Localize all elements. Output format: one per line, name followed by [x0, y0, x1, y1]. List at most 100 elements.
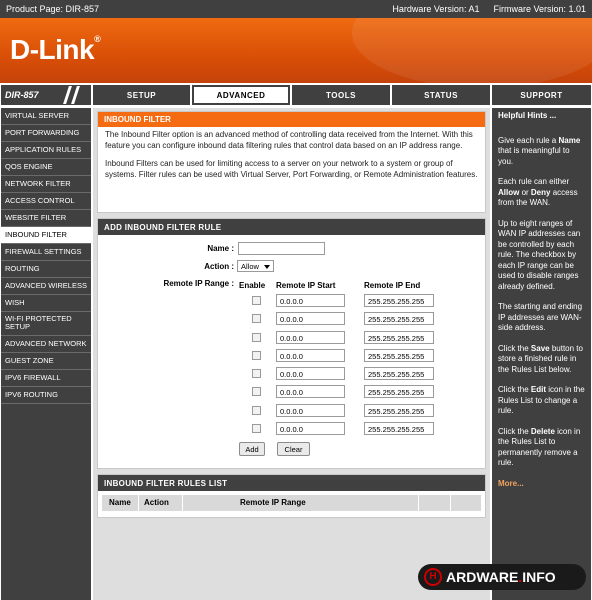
sidebar-item-firewall-settings[interactable]: FIREWALL SETTINGS: [1, 244, 91, 261]
column-divider: [418, 495, 419, 511]
sidebar-item-application-rules[interactable]: APPLICATION RULES: [1, 142, 91, 159]
action-select[interactable]: Allow: [237, 260, 274, 272]
ip-end-input[interactable]: 255.255.255.255: [364, 331, 434, 344]
hint-text: Up to eight ranges of WAN IP addresses c…: [498, 218, 581, 291]
sidebar-item-routing[interactable]: ROUTING: [1, 261, 91, 278]
intro-paragraph: Inbound Filters can be used for limiting…: [105, 159, 478, 179]
ip-start-input[interactable]: 0.0.0.0: [276, 331, 345, 344]
sidebar-item-access-control[interactable]: ACCESS CONTROL: [1, 193, 91, 210]
ip-end-column-header: Remote IP End: [364, 281, 421, 290]
tab-status[interactable]: STATUS: [392, 85, 490, 105]
ip-start-input[interactable]: 0.0.0.0: [276, 312, 345, 325]
sidebar-item-wish[interactable]: WISH: [1, 295, 91, 312]
range-enable-checkbox[interactable]: [252, 351, 261, 360]
ip-end-input[interactable]: 255.255.255.255: [364, 385, 434, 398]
add-button[interactable]: Add: [239, 442, 265, 456]
ip-end-input[interactable]: 255.255.255.255: [364, 422, 434, 435]
top-info-bar: Product Page: DIR-857 Hardware Version: …: [0, 0, 592, 18]
tab-advanced[interactable]: ADVANCED: [192, 85, 290, 105]
clear-button[interactable]: Clear: [277, 442, 310, 456]
slash-decoration: [63, 86, 72, 104]
intro-panel: INBOUND FILTER The Inbound Filter option…: [97, 111, 486, 213]
sidebar-item-virtual-server[interactable]: VIRTUAL SERVER: [1, 108, 91, 125]
ip-end-input[interactable]: 255.255.255.255: [364, 404, 434, 417]
range-enable-checkbox[interactable]: [252, 314, 261, 323]
ip-range-column-header: Remote IP Range: [240, 498, 306, 507]
dlink-logo: D-Link®: [10, 34, 101, 66]
banner-gloss: [352, 18, 592, 83]
sidebar-item-qos-engine[interactable]: QOS ENGINE: [1, 159, 91, 176]
range-enable-checkbox[interactable]: [252, 333, 261, 342]
sidebar-item-port-forwarding[interactable]: PORT FORWARDING: [1, 125, 91, 142]
hint-text: The starting and ending IP addresses are…: [498, 302, 583, 332]
slash-decoration: [71, 86, 80, 104]
ip-start-input[interactable]: 0.0.0.0: [276, 404, 345, 417]
sidebar-item-network-filter[interactable]: NETWORK FILTER: [1, 176, 91, 193]
sidebar-item-inbound-filter[interactable]: INBOUND FILTER: [1, 227, 91, 244]
hint-text: Click the Edit icon in the Rules List to…: [498, 385, 585, 415]
add-rule-panel: ADD INBOUND FILTER RULE Name : Action : …: [97, 218, 486, 469]
sidebar-item-website-filter[interactable]: WEBSITE FILTER: [1, 210, 91, 227]
column-divider: [182, 495, 183, 511]
sidebar-menu: VIRTUAL SERVER PORT FORWARDING APPLICATI…: [1, 108, 91, 600]
hwi-logo-icon: H: [424, 568, 442, 586]
sidebar-item-guest-zone[interactable]: GUEST ZONE: [1, 353, 91, 370]
model-badge: DIR-857: [1, 85, 91, 105]
helpful-hints-panel: Helpful Hints ... Give each rule a Name …: [492, 108, 591, 600]
hint-text: Give each rule a Name that is meaningful…: [498, 135, 581, 166]
action-column-header: Action: [144, 498, 169, 507]
add-rule-title: ADD INBOUND FILTER RULE: [98, 219, 485, 235]
range-enable-checkbox[interactable]: [252, 296, 261, 305]
ip-start-column-header: Remote IP Start: [276, 281, 336, 290]
ip-start-input[interactable]: 0.0.0.0: [276, 294, 345, 307]
rules-list-title: INBOUND FILTER RULES LIST: [98, 475, 485, 491]
action-label: Action :: [204, 262, 234, 271]
name-label: Name :: [207, 244, 234, 253]
model-label: DIR-857: [5, 90, 39, 100]
tab-support[interactable]: SUPPORT: [492, 85, 591, 105]
hardware-version-label: Hardware Version: A1: [392, 4, 480, 14]
brand-banner: D-Link®: [0, 18, 592, 83]
ip-start-input[interactable]: 0.0.0.0: [276, 367, 345, 380]
sidebar-item-ipv6-firewall[interactable]: IPV6 FIREWALL: [1, 370, 91, 387]
intro-paragraph: The Inbound Filter option is an advanced…: [105, 130, 473, 150]
chevron-down-icon: [264, 265, 270, 269]
ip-start-input[interactable]: 0.0.0.0: [276, 349, 345, 362]
sidebar-item-advanced-wireless[interactable]: ADVANCED WIRELESS: [1, 278, 91, 295]
main-nav: DIR-857 SETUP ADVANCED TOOLS STATUS SUPP…: [0, 83, 592, 106]
hint-text: Click the Delete icon in the Rules List …: [498, 426, 581, 468]
hardware-info-watermark: H ARDWARE. INFO: [418, 564, 586, 590]
sidebar-item-wifi-protected-setup[interactable]: WI-FI PROTECTED SETUP: [1, 312, 91, 336]
ip-start-input[interactable]: 0.0.0.0: [276, 422, 345, 435]
rule-name-input[interactable]: [238, 242, 325, 255]
hints-title: Helpful Hints ...: [498, 111, 557, 120]
range-enable-checkbox[interactable]: [252, 424, 261, 433]
range-enable-checkbox[interactable]: [252, 369, 261, 378]
range-enable-checkbox[interactable]: [252, 406, 261, 415]
action-select-value: Allow: [241, 262, 259, 271]
range-enable-checkbox[interactable]: [252, 387, 261, 396]
logo-text: D-Link: [10, 34, 95, 65]
remote-ip-range-label: Remote IP Range :: [163, 279, 234, 288]
enable-column-header: Enable: [239, 281, 266, 290]
ip-end-input[interactable]: 255.255.255.255: [364, 367, 434, 380]
rules-list-panel: INBOUND FILTER RULES LIST Name Action Re…: [97, 474, 486, 518]
sidebar-item-ipv6-routing[interactable]: IPV6 ROUTING: [1, 387, 91, 404]
sidebar-item-advanced-network[interactable]: ADVANCED NETWORK: [1, 336, 91, 353]
ip-end-input[interactable]: 255.255.255.255: [364, 312, 434, 325]
hint-text: Each rule can either Allow or Deny acces…: [498, 177, 578, 207]
column-divider: [450, 495, 451, 511]
more-link[interactable]: More...: [498, 479, 585, 490]
hint-text: Click the Save button to store a finishe…: [498, 343, 583, 374]
ip-end-input[interactable]: 255.255.255.255: [364, 294, 434, 307]
ip-start-input[interactable]: 0.0.0.0: [276, 385, 345, 398]
logo-reg-mark: ®: [94, 34, 101, 44]
product-page-label: Product Page: DIR-857: [6, 4, 100, 14]
tab-tools[interactable]: TOOLS: [292, 85, 390, 105]
rules-list-header-row: Name Action Remote IP Range: [102, 495, 481, 511]
name-column-header: Name: [109, 498, 131, 507]
ip-end-input[interactable]: 255.255.255.255: [364, 349, 434, 362]
column-divider: [138, 495, 139, 511]
tab-setup[interactable]: SETUP: [93, 85, 190, 105]
intro-title: INBOUND FILTER: [98, 112, 485, 127]
